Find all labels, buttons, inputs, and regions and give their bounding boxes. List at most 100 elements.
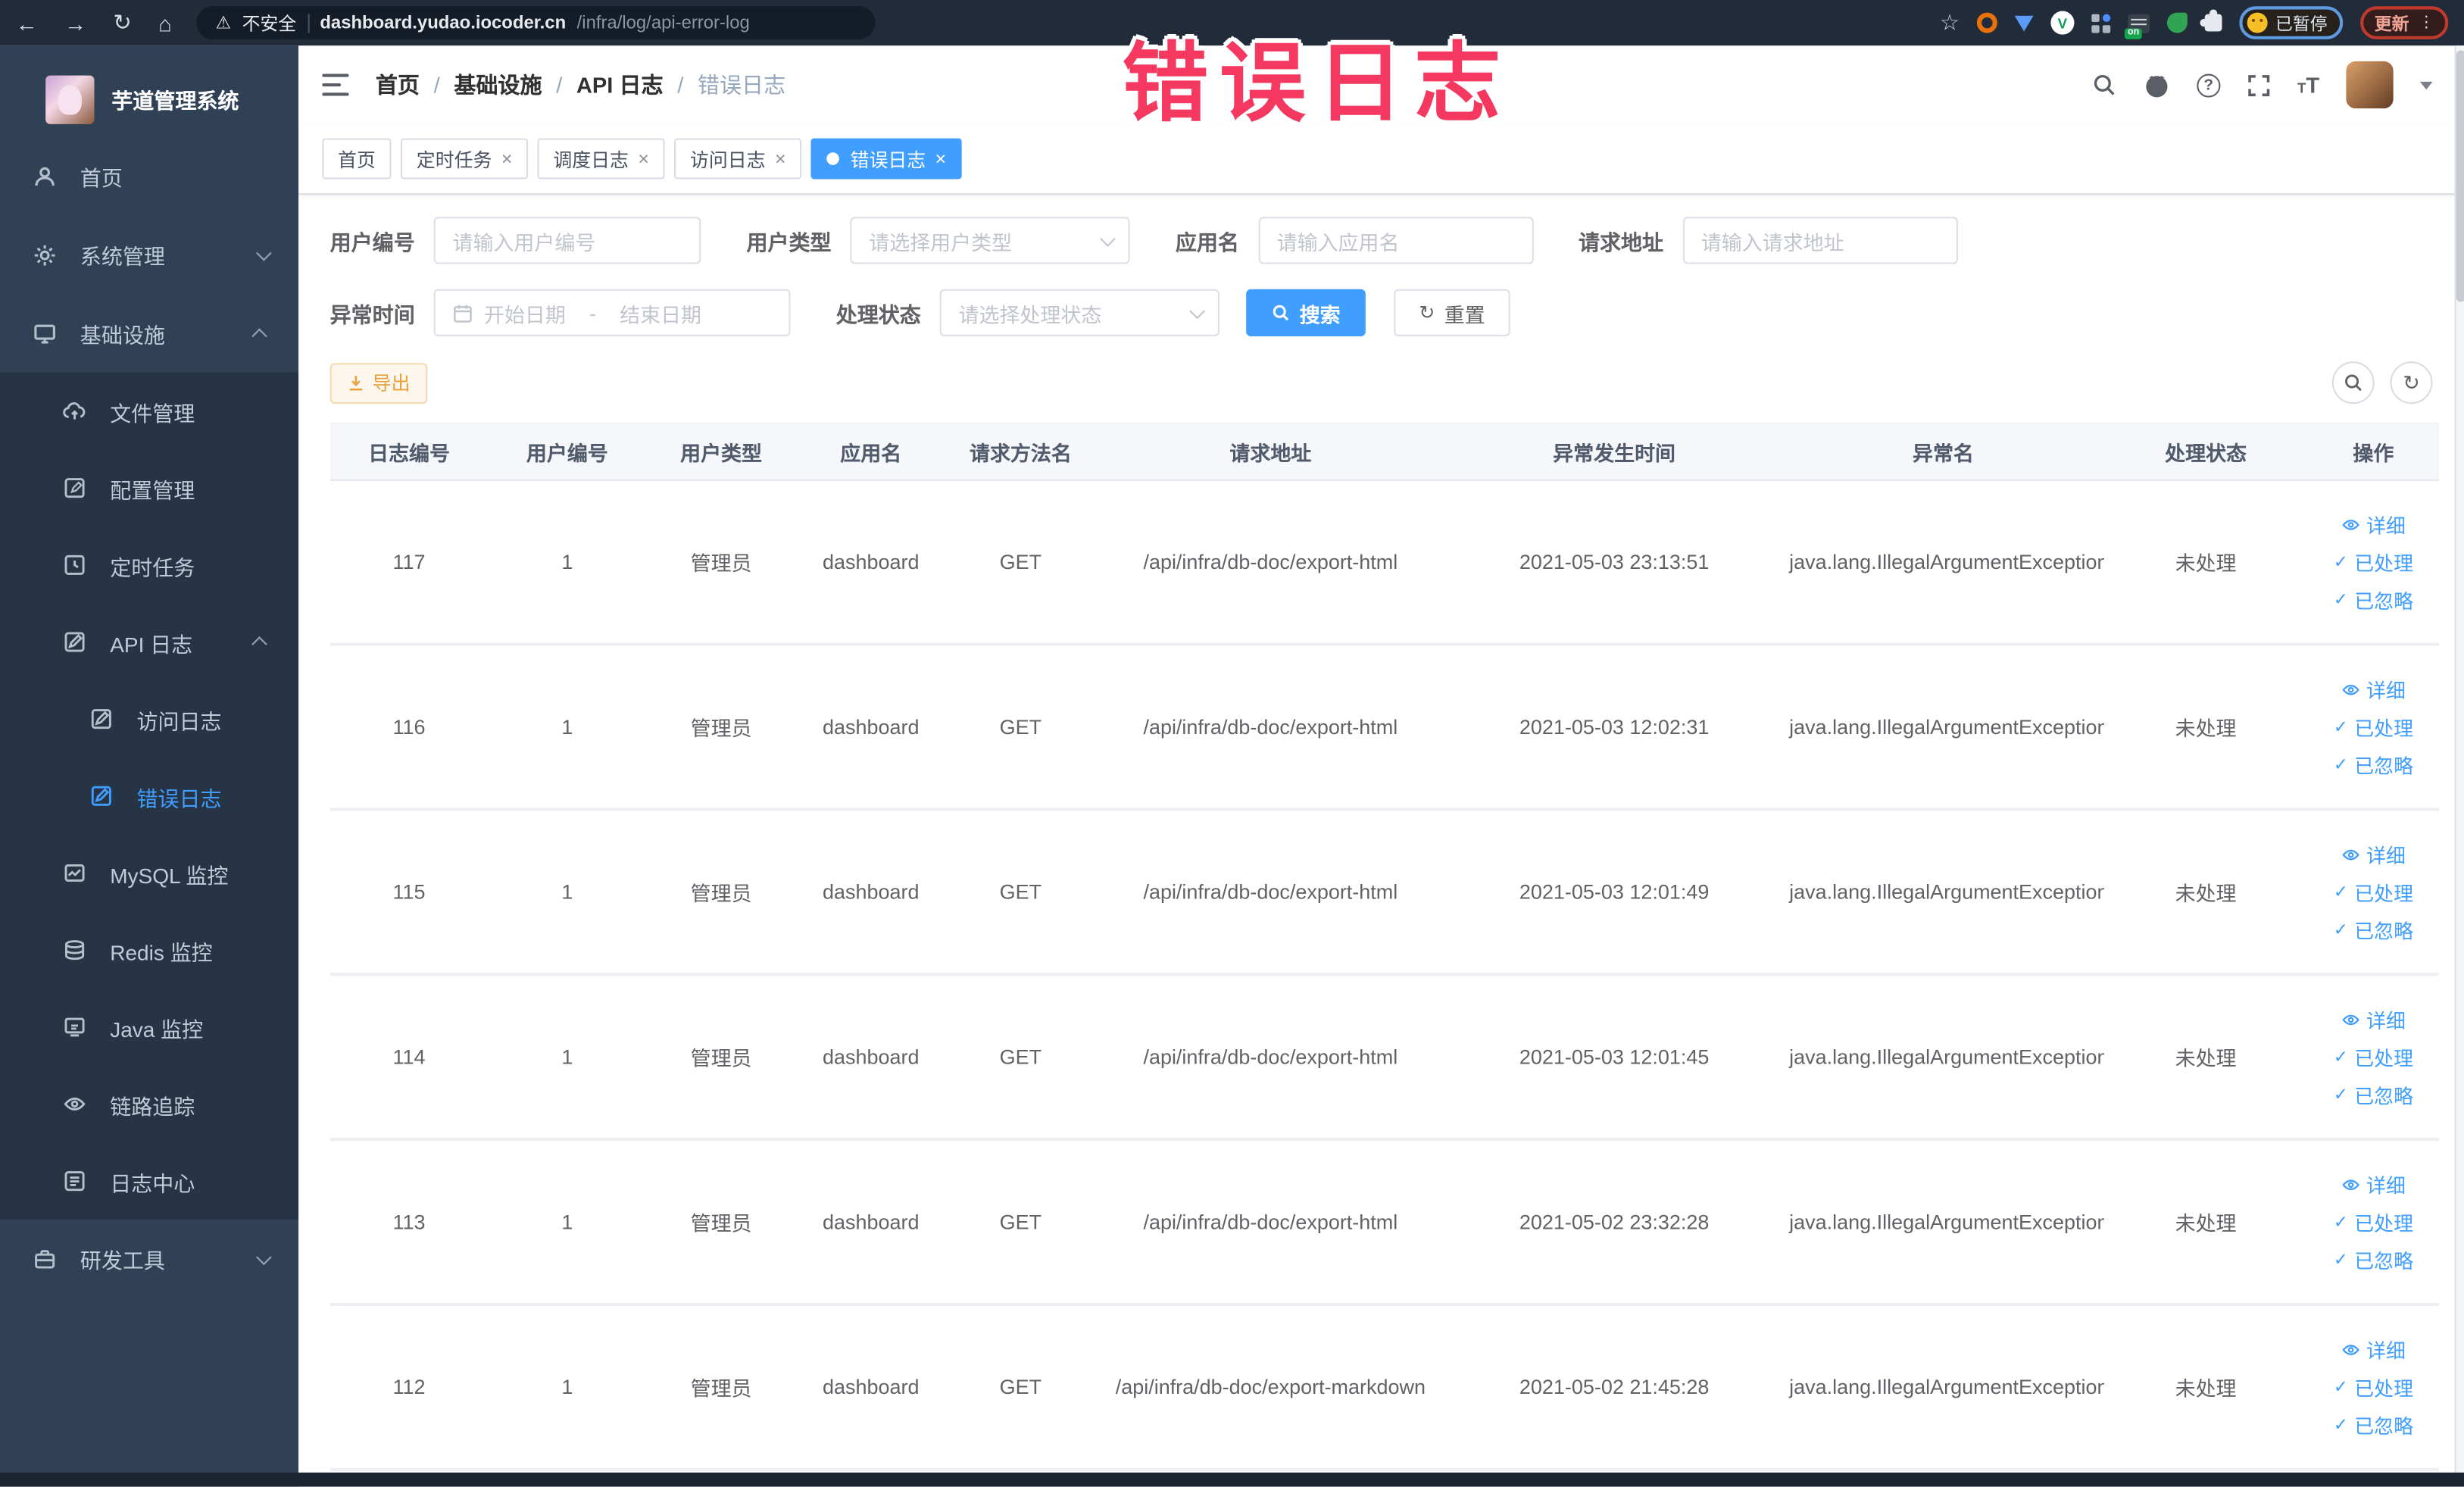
cell-url: /api/infra/db-doc/export-html	[1143, 714, 1398, 739]
breadcrumb-home[interactable]: 首页	[376, 69, 420, 100]
sidebar-item-trace[interactable]: 链路追踪	[0, 1066, 298, 1143]
ignored-link[interactable]: ✓ 已忽略	[2334, 585, 2413, 614]
user-type-label: 用户类型	[746, 230, 832, 255]
extension-blue-icon[interactable]	[2014, 14, 2034, 31]
extensions-puzzle-icon[interactable]	[2200, 9, 2222, 32]
processed-link[interactable]: ✓ 已处理	[2334, 1372, 2413, 1401]
col-header: 请求方法名	[969, 441, 1072, 466]
ignored-link[interactable]: ✓ 已忽略	[2334, 1410, 2413, 1439]
date-range-picker[interactable]: 开始日期 - 结束日期	[433, 289, 791, 336]
processed-link[interactable]: ✓ 已处理	[2334, 547, 2413, 576]
sidebar-item-infra[interactable]: 基础设施	[0, 294, 298, 373]
breadcrumb: 首页 / 基础设施 / API 日志 / 错误日志	[376, 69, 785, 100]
fullscreen-icon[interactable]	[2247, 73, 2271, 96]
breadcrumb-separator: /	[556, 72, 563, 98]
detail-link[interactable]: 详细	[2341, 839, 2406, 869]
scrollbar-thumb[interactable]	[2456, 50, 2464, 302]
address-bar[interactable]: ⚠ 不安全 dashboard.yudao.iocoder.cn/infra/l…	[196, 6, 876, 39]
security-label: 不安全	[242, 14, 297, 34]
refresh-button[interactable]: ↻	[2390, 361, 2433, 405]
github-icon[interactable]	[2144, 71, 2170, 98]
export-button[interactable]: 导出	[329, 362, 428, 404]
cell-time: 2021-05-02 21:45:28	[1519, 1375, 1710, 1399]
table-header: 日志编号 用户编号 用户类型 应用名 请求方法名 请求地址 异常发生时间 异常名…	[329, 424, 2439, 481]
ignored-link[interactable]: ✓ 已忽略	[2334, 1079, 2413, 1109]
request-url-input[interactable]: 请输入请求地址	[1682, 217, 1957, 264]
col-header: 异常名	[1912, 441, 1974, 466]
sidebar-item-job[interactable]: 定时任务	[0, 526, 298, 604]
breadcrumb-api-log[interactable]: API 日志	[576, 69, 664, 100]
reset-button[interactable]: ↻ 重置	[1394, 289, 1510, 336]
close-icon[interactable]: ×	[775, 148, 786, 170]
bookmark-star-icon[interactable]: ☆	[1940, 9, 1960, 36]
processed-link[interactable]: ✓ 已处理	[2334, 1042, 2413, 1071]
ignored-link[interactable]: ✓ 已忽略	[2334, 914, 2413, 944]
detail-link[interactable]: 详细	[2341, 674, 2406, 704]
status-select[interactable]: 请选择处理状态	[939, 289, 1220, 336]
sidebar-item-log-center[interactable]: 日志中心	[0, 1142, 298, 1220]
close-icon[interactable]: ×	[638, 148, 649, 170]
breadcrumb-infra[interactable]: 基础设施	[454, 69, 542, 100]
ignored-link[interactable]: ✓ 已忽略	[2334, 750, 2413, 779]
close-icon[interactable]: ×	[935, 148, 947, 170]
avatar[interactable]	[2346, 61, 2394, 109]
back-icon[interactable]: ←	[16, 10, 38, 35]
page-scrollbar[interactable]	[2454, 45, 2464, 1473]
home-icon[interactable]: ⌂	[158, 10, 172, 35]
sidebar-item-home[interactable]: 首页	[0, 136, 298, 215]
sidebar-item-system[interactable]: 系统管理	[0, 215, 298, 294]
eye-icon	[2342, 1179, 2359, 1190]
kebab-menu-icon[interactable]: ⋮	[2419, 14, 2434, 32]
detail-link[interactable]: 详细	[2341, 1334, 2406, 1364]
sidebar-item-devtools[interactable]: 研发工具	[0, 1220, 298, 1298]
sidebar-item-redis[interactable]: Redis 监控	[0, 911, 298, 989]
reload-icon[interactable]: ↻	[113, 9, 131, 36]
forward-icon[interactable]: →	[64, 10, 86, 35]
extension-leaf-icon[interactable]	[2166, 12, 2188, 33]
processed-link[interactable]: ✓ 已处理	[2334, 877, 2413, 907]
sidebar-item-config[interactable]: 配置管理	[0, 449, 298, 526]
user-type-select[interactable]: 请选择用户类型	[850, 217, 1130, 264]
cell-method: GET	[999, 550, 1042, 574]
docs-question-icon[interactable]: ?	[2197, 73, 2221, 97]
sidebar-item-java[interactable]: Java 监控	[0, 989, 298, 1066]
user-id-input[interactable]: 请输入用户编号	[433, 217, 701, 264]
update-button[interactable]: 更新 ⋮	[2360, 6, 2449, 39]
sidebar-item-mysql[interactable]: MySQL 监控	[0, 835, 298, 912]
processed-link[interactable]: ✓ 已处理	[2334, 712, 2413, 742]
tag-access-log[interactable]: 访问日志 ×	[674, 138, 802, 180]
col-header: 操作	[2353, 441, 2394, 466]
tag-error-log[interactable]: 错误日志 ×	[810, 138, 962, 180]
tag-job[interactable]: 定时任务 ×	[401, 138, 529, 180]
extension-orange-icon[interactable]	[1976, 12, 1997, 33]
paused-badge[interactable]: 已暂停	[2239, 6, 2344, 39]
toggle-search-button[interactable]	[2331, 361, 2375, 405]
hamburger-icon[interactable]	[322, 73, 349, 96]
sidebar-item-error-log[interactable]: 错误日志	[0, 758, 298, 835]
app-title: 芋道管理系统	[111, 89, 239, 114]
search-button[interactable]: 搜索	[1246, 289, 1366, 336]
cell-url: /api/infra/db-doc/export-html	[1143, 879, 1398, 904]
extension-v-icon[interactable]: V	[2050, 11, 2075, 35]
processed-link[interactable]: ✓ 已处理	[2334, 1207, 2413, 1236]
not-secure-icon: ⚠	[215, 14, 232, 33]
sidebar-item-api-log[interactable]: API 日志	[0, 604, 298, 681]
ignored-link[interactable]: ✓ 已忽略	[2334, 1245, 2413, 1274]
detail-link[interactable]: 详细	[2341, 1170, 2406, 1199]
tag-home[interactable]: 首页	[322, 138, 392, 180]
extension-grid-icon[interactable]	[2091, 13, 2111, 33]
detail-link[interactable]: 详细	[2341, 1004, 2406, 1034]
app-name-input[interactable]: 请输入应用名	[1257, 217, 1533, 264]
extension-on-icon[interactable]: on	[2124, 13, 2150, 39]
filter-row-1: 用户编号 请输入用户编号 用户类型 请选择用户类型 应用名 请输入应用名 请求地…	[330, 217, 2439, 264]
sidebar-logo[interactable]: 芋道管理系统	[0, 45, 298, 136]
search-icon[interactable]	[2091, 72, 2116, 97]
tag-job-log[interactable]: 调度日志 ×	[537, 138, 665, 180]
sidebar-item-file[interactable]: 文件管理	[0, 373, 298, 450]
clock-icon	[64, 555, 85, 575]
detail-link[interactable]: 详细	[2341, 509, 2406, 539]
caret-down-icon[interactable]	[2419, 80, 2433, 89]
font-size-icon[interactable]: TT	[2297, 72, 2319, 97]
close-icon[interactable]: ×	[501, 148, 513, 170]
sidebar-item-access-log[interactable]: 访问日志	[0, 680, 298, 758]
